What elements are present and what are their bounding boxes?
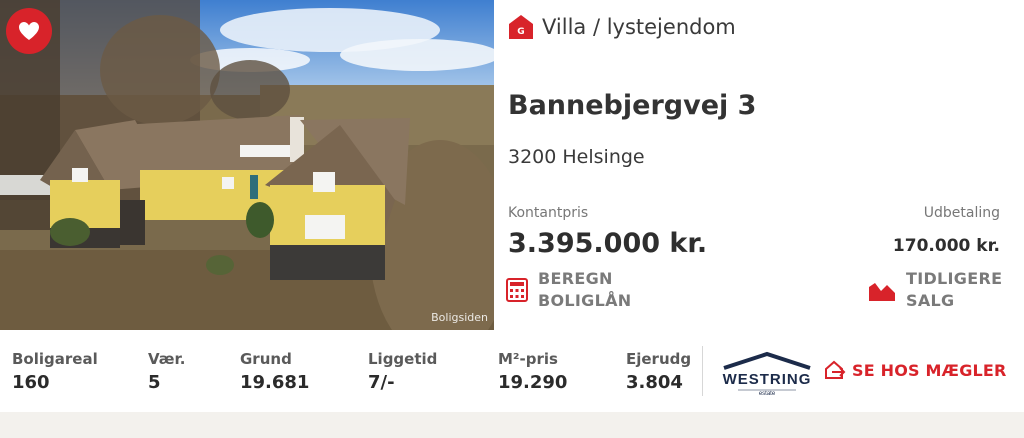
stat-label: Grund [240, 350, 292, 368]
heart-icon [19, 22, 39, 40]
stat-m2-price: M²-pris 19.290 [498, 350, 567, 393]
stat-value: 19.681 [240, 372, 310, 393]
calc-loan-line2: BOLIGLÅN [538, 291, 632, 310]
area-chart-icon [869, 283, 895, 301]
property-photo-illustration [0, 0, 494, 330]
previous-sales-button[interactable]: TIDLIGERE SALG [868, 268, 1002, 312]
stat-boligareal: Boligareal 160 [12, 350, 98, 393]
property-type-label: Villa / lystejendom [542, 15, 736, 39]
photo-watermark: Boligsiden [431, 311, 488, 324]
stats-divider [702, 346, 703, 396]
calc-loan-button[interactable]: BEREGN BOLIGLÅN [506, 268, 631, 312]
previous-sales-label: TIDLIGERE SALG [906, 268, 1002, 312]
listing-city: 3200 Helsinge [508, 146, 645, 168]
stat-rooms: Vær. 5 [148, 350, 185, 393]
cash-price: 3.395.000 kr. [508, 228, 708, 259]
stat-value: 7/- [368, 372, 395, 393]
listing-card[interactable]: Boligsiden G Villa / lystejendom Bannebj… [0, 0, 1024, 412]
down-payment-label: Udbetaling [923, 205, 1000, 221]
broker-logo-sub: estate [759, 391, 776, 396]
stat-ejerudg: Ejerudg 3.804 [626, 350, 691, 393]
stat-label: Ejerudg [626, 350, 692, 368]
stat-value: 160 [12, 372, 50, 393]
broker-logo-text: WESTRING [723, 371, 812, 388]
property-type: G Villa / lystejendom [508, 14, 736, 40]
property-photo[interactable]: Boligsiden [0, 0, 494, 330]
listing-address[interactable]: Bannebjergvej 3 [508, 90, 756, 121]
calc-loan-line1: BEREGN [538, 269, 613, 288]
stat-label: Vær. [148, 350, 186, 368]
previous-sales-line1: TIDLIGERE [906, 269, 1003, 288]
house-arrow-icon [825, 360, 846, 379]
favorite-button[interactable] [6, 8, 52, 54]
stat-liggetid: Liggetid 7/- [368, 350, 437, 393]
calculator-icon [506, 278, 528, 302]
house-g-icon: G [509, 15, 533, 39]
key-stats-bar: Boligareal 160 Vær. 5 Grund 19.681 Ligge… [0, 330, 1024, 412]
stat-grund: Grund 19.681 [240, 350, 309, 393]
down-payment: 170.000 kr. [892, 236, 1000, 256]
see-at-broker-button[interactable]: SE HOS MÆGLER [824, 360, 1007, 380]
listing-details: G Villa / lystejendom Bannebjergvej 3 32… [494, 0, 1024, 330]
badge-letter: G [517, 27, 524, 37]
stat-value: 19.290 [498, 372, 568, 393]
stat-label: Liggetid [368, 350, 438, 368]
stat-label: Boligareal [12, 350, 98, 368]
previous-sales-line2: SALG [906, 291, 955, 310]
see-at-broker-label: SE HOS MÆGLER [852, 360, 1007, 380]
cash-price-label: Kontantpris [508, 205, 589, 221]
stat-value: 5 [148, 372, 161, 393]
broker-logo[interactable]: WESTRING estate [716, 350, 818, 396]
stat-label: M²-pris [498, 350, 558, 368]
stat-value: 3.804 [626, 372, 683, 393]
calc-loan-label: BEREGN BOLIGLÅN [538, 268, 631, 312]
